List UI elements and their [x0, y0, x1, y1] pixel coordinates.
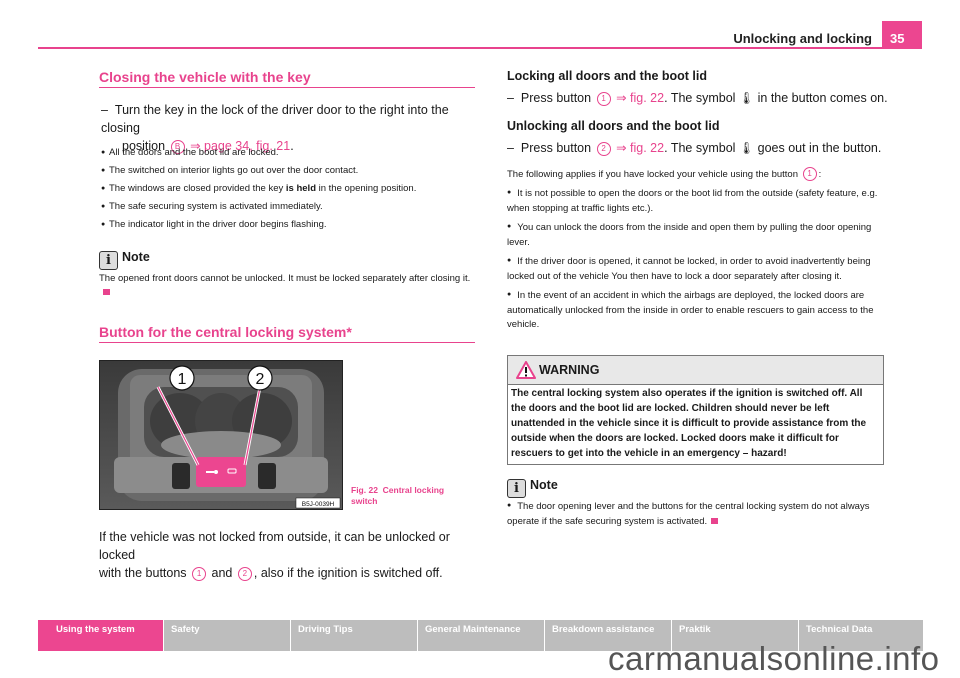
bullet-dot: ● [507, 223, 512, 230]
para-text: and [211, 566, 233, 580]
tab-using-the-system[interactable]: Using the system [38, 620, 163, 651]
callout-badge-1: 1 [596, 92, 611, 106]
unlocking-step: – Press button 2 ⇒ fig. 22. The symbol 🌡… [507, 139, 897, 157]
step-text: Press button [520, 141, 592, 155]
para-text: If the vehicle was not locked from outsi… [99, 530, 450, 562]
bullet-text: In the event of an accident in which the… [507, 290, 874, 330]
step-text: in the button comes on. [757, 91, 888, 105]
bullet-dot: ● [507, 502, 512, 509]
step-text: goes out in the button. [757, 141, 882, 155]
applies-bullet-list: ● It is not possible to open the doors or… [507, 186, 885, 337]
lock-indicator-symbol-icon: 🌡︎ [738, 91, 755, 105]
callout-badge-1: 1 [192, 567, 207, 581]
section-heading-closing-with-key: Closing the vehicle with the key [99, 69, 475, 88]
figure-reference-link[interactable]: ⇒ fig. 22 [616, 91, 664, 105]
list-item: The indicator light in the driver door b… [101, 218, 481, 231]
callout-badge-2: 2 [596, 142, 611, 156]
console-illustration: 1 2 B5J-0039H [100, 361, 342, 509]
tab-safety[interactable]: Safety [164, 620, 290, 651]
header-rule [38, 47, 883, 49]
para-text: : [818, 169, 822, 180]
bullet-text: It is not possible to open the doors or … [507, 188, 878, 214]
list-item: ● You can unlock the doors from the insid… [507, 220, 885, 250]
warning-title: WARNING [539, 363, 600, 377]
step-text: Press button [520, 91, 592, 105]
button-description-paragraph: If the vehicle was not locked from outsi… [99, 528, 484, 582]
note-title: Note [122, 250, 150, 264]
page-number: 35 [882, 21, 922, 49]
note-title: Note [530, 478, 558, 492]
bullet-text: You can unlock the doors from the inside… [507, 222, 872, 248]
list-item: ● It is not possible to open the doors or… [507, 186, 885, 216]
note-body: The opened front doors cannot be unlocke… [99, 273, 471, 284]
note-body: The door opening lever and the buttons f… [507, 501, 870, 527]
note-text-right: ● The door opening lever and the buttons … [507, 499, 885, 529]
figure-code: B5J-0039H [302, 501, 335, 508]
bullet-text: The safe securing system is activated im… [109, 201, 323, 212]
bullet-text: The switched on interior lights go out o… [109, 165, 359, 176]
callout-badge-1: 1 [802, 167, 817, 181]
para-text: with the buttons [99, 566, 187, 580]
link-text: fig. 22 [630, 141, 665, 155]
arrow-icon: ⇒ [616, 91, 627, 105]
bullet-dot: ● [507, 291, 512, 298]
para-text: The following applies if you have locked… [507, 169, 798, 180]
info-note-icon: i [507, 479, 526, 498]
warning-box: WARNING The central locking system also … [507, 355, 884, 465]
step-dash: – [507, 141, 514, 155]
bullet-text: If the driver door is opened, it cannot … [507, 256, 871, 282]
section-heading-central-locking-button: Button for the central locking system* [99, 324, 475, 343]
applies-intro: The following applies if you have locked… [507, 167, 885, 181]
note-header: i Note [99, 248, 150, 270]
bullet-text: The windows are closed provided the key [109, 183, 286, 194]
central-locking-switch-figure: 1 2 B5J-0039H [99, 360, 343, 510]
subheading-locking: Locking all doors and the boot lid [507, 69, 707, 83]
step-dash: – [507, 91, 514, 105]
bullet-text: The indicator light in the driver door b… [109, 219, 327, 230]
bullet-dot: ● [507, 189, 512, 196]
watermark: carmanualsonline.info [608, 640, 940, 677]
tab-driving-tips[interactable]: Driving Tips [291, 620, 417, 651]
figure-number: Fig. 22 [351, 485, 378, 495]
arrow-icon: ⇒ [616, 141, 627, 155]
warning-text: The central locking system also operates… [511, 388, 867, 459]
note-header-right: i Note [507, 476, 558, 498]
tab-general-maintenance[interactable]: General Maintenance [418, 620, 544, 651]
result-bullet-list: All the doors and the boot lid are locke… [101, 146, 481, 231]
list-item: ● In the event of an accident in which th… [507, 288, 885, 333]
central-locking-button [196, 457, 246, 487]
callout-badge-2: 2 [237, 567, 252, 581]
end-of-section-marker [711, 517, 719, 524]
locking-step: – Press button 1 ⇒ fig. 22. The symbol 🌡… [507, 89, 897, 107]
subheading-unlocking: Unlocking all doors and the boot lid [507, 119, 720, 133]
step-text: Turn the key in the lock of the driver d… [101, 103, 449, 135]
warning-header: WARNING [508, 356, 883, 385]
callout-label-2: 2 [256, 371, 265, 388]
callout-label-1: 1 [178, 371, 187, 388]
step-text: . The symbol [664, 91, 736, 105]
bullet-text: in the opening position. [316, 183, 417, 194]
list-item: ● If the driver door is opened, it cannot… [507, 254, 885, 284]
bullet-text: All the doors and the boot lid are locke… [109, 147, 279, 158]
note-text: The opened front doors cannot be unlocke… [99, 272, 479, 300]
bullet-bold-text: is held [285, 183, 316, 194]
list-item: The safe securing system is activated im… [101, 200, 481, 213]
figure-reference-link[interactable]: ⇒ fig. 22 [616, 141, 664, 155]
info-note-icon: i [99, 251, 118, 270]
list-item: All the doors and the boot lid are locke… [101, 146, 481, 159]
figure-caption: Fig. 22 Central locking switch [351, 485, 461, 507]
step-text: . The symbol [664, 141, 736, 155]
step-dash: – [101, 103, 108, 117]
para-text: , also if the ignition is switched off. [253, 566, 443, 580]
bullet-dot: ● [507, 257, 512, 264]
list-item: The windows are closed provided the key … [101, 182, 481, 195]
lock-indicator-symbol-icon: 🌡︎ [738, 141, 755, 155]
warning-triangle-icon [516, 361, 536, 379]
link-text: fig. 22 [630, 91, 665, 105]
list-item: The switched on interior lights go out o… [101, 164, 481, 177]
end-of-section-marker [103, 289, 110, 295]
chapter-title: Unlocking and locking [733, 31, 872, 46]
